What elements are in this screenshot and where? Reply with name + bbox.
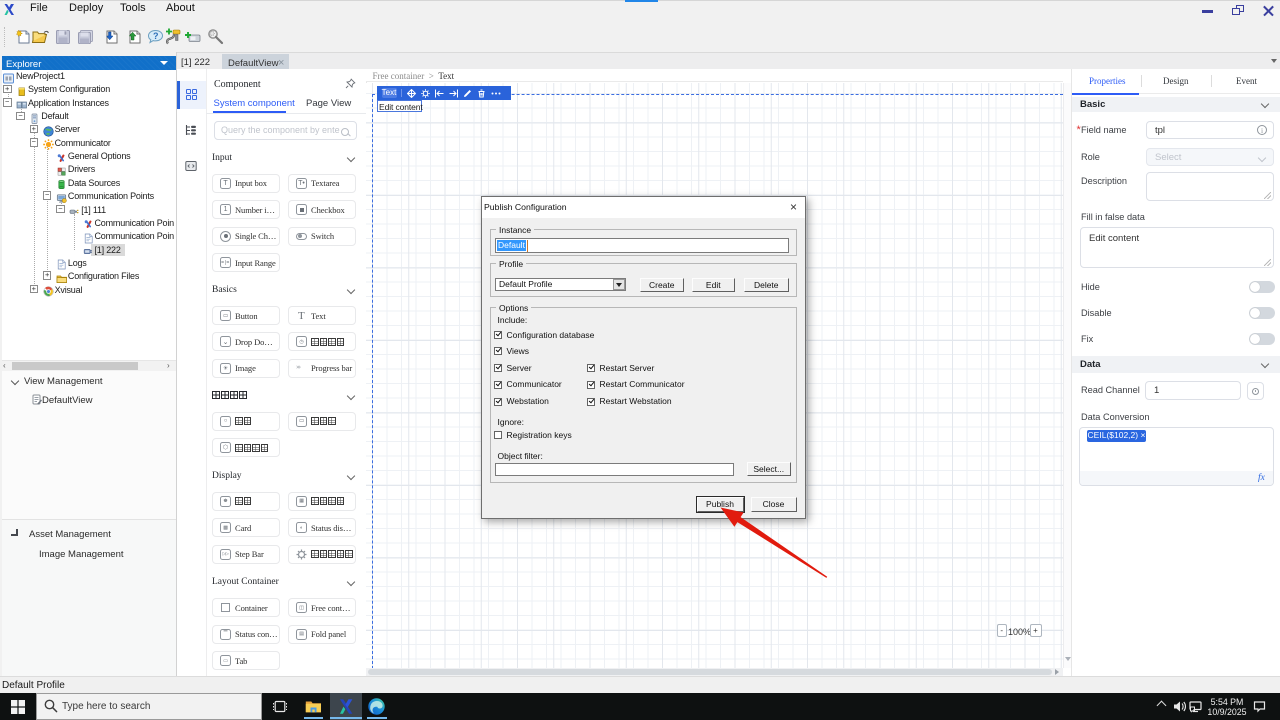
svg-text:?: ? bbox=[153, 31, 159, 41]
